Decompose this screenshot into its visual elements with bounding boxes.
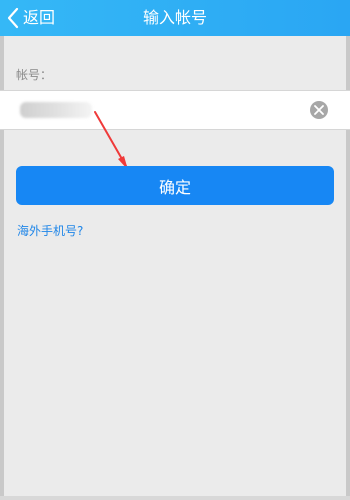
screen-frame-right — [346, 0, 350, 500]
page-title: 输入帐号 — [142, 8, 207, 27]
arrow-annotation — [94, 111, 128, 170]
screen-frame-left — [0, 0, 4, 500]
header-bar: 返回 输入帐号 — [0, 0, 350, 36]
confirm-button[interactable]: 确定 — [16, 166, 334, 205]
account-field — [0, 90, 350, 131]
bottom-bar — [0, 496, 350, 500]
overseas-phone-link[interactable]: 海外手机号? — [17, 222, 83, 239]
redacted-account-value — [20, 102, 92, 118]
clear-button[interactable] — [310, 101, 328, 119]
clear-icon — [314, 105, 324, 115]
account-label: 帐号： — [16, 68, 53, 82]
